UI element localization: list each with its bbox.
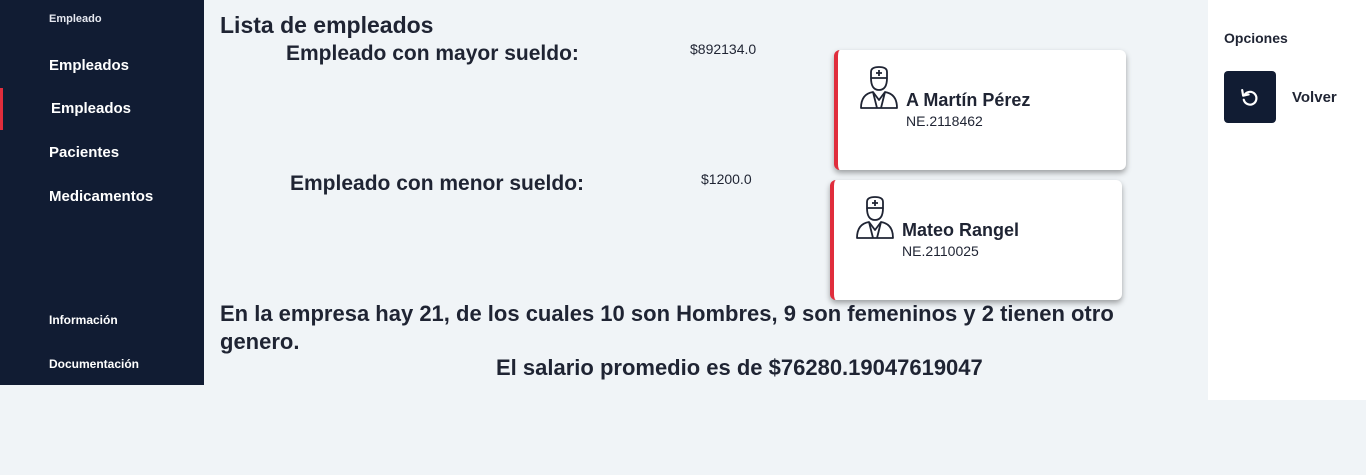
- options-panel: Opciones Volver: [1208, 0, 1366, 400]
- sidebar-active-indicator: [0, 88, 3, 130]
- sidebar-item-pacientes[interactable]: Pacientes: [49, 144, 119, 161]
- sidebar-section-employee: Empleado: [49, 13, 102, 25]
- employee-name: A Martín Pérez: [906, 90, 1031, 110]
- employee-code: NE.2118462: [906, 113, 983, 129]
- doctor-icon: [856, 196, 894, 239]
- sidebar: Empleado Empleados Empleados Pacientes M…: [0, 0, 204, 385]
- page-title: Lista de empleados: [220, 12, 434, 38]
- back-button[interactable]: [1224, 71, 1276, 123]
- employee-name: Mateo Rangel: [902, 220, 1020, 240]
- highest-salary-label: Empleado con mayor sueldo:: [286, 42, 579, 65]
- highest-salary-value: $892134.0: [690, 41, 757, 57]
- average-salary: El salario promedio es de $76280.1904761…: [496, 355, 983, 380]
- employee-summary: En la empresa hay 21, de los cuales 10 s…: [220, 301, 1114, 354]
- sidebar-item-empleados[interactable]: Empleados: [49, 57, 129, 74]
- sidebar-item-informacion[interactable]: Información: [49, 313, 118, 327]
- lowest-salary-value: $1200.0: [701, 171, 752, 187]
- lowest-salary-label: Empleado con menor sueldo:: [290, 172, 585, 195]
- employee-code: NE.2110025: [902, 243, 979, 259]
- sidebar-item-empleados-active[interactable]: Empleados: [51, 100, 131, 117]
- options-title: Opciones: [1224, 30, 1288, 46]
- back-label[interactable]: Volver: [1292, 89, 1337, 106]
- sidebar-item-documentacion[interactable]: Documentación: [49, 357, 139, 371]
- highest-employee-card[interactable]: A Martín Pérez NE.2118462: [834, 50, 1126, 170]
- lowest-employee-card[interactable]: Mateo Rangel NE.2110025: [830, 180, 1122, 300]
- sidebar-item-medicamentos[interactable]: Medicamentos: [49, 188, 153, 205]
- undo-icon: [1241, 89, 1258, 106]
- doctor-icon: [860, 66, 898, 109]
